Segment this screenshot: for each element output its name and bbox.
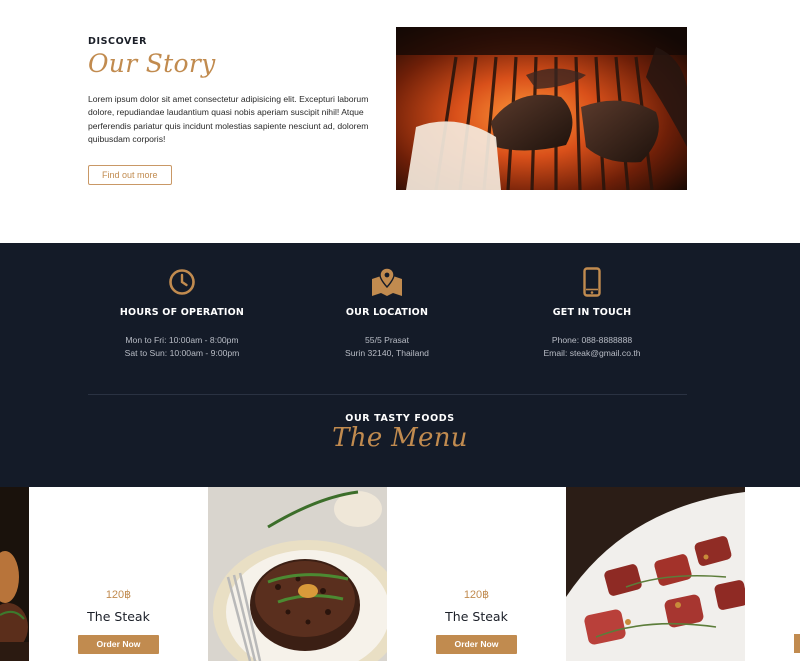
location-city: Surin 32140, Thailand: [345, 348, 429, 358]
menu-title: The Menu: [332, 423, 468, 453]
phone-icon: [492, 267, 692, 297]
story-text-block: DISCOVER Our Story Lorem ipsum dolor sit…: [88, 36, 378, 185]
story-eyebrow: DISCOVER: [88, 36, 148, 47]
grill-illustration: [396, 27, 687, 190]
menu-item-price: 120฿: [105, 589, 132, 601]
menu-item-name: The Steak: [87, 609, 150, 624]
section-divider: [88, 394, 687, 395]
sliced-beef-photo: [566, 487, 745, 661]
map-icon: [287, 267, 487, 297]
hours-weekday: Mon to Fri: 10:00am - 8:00pm: [125, 335, 239, 345]
contact-column: GET IN TOUCH Phone: 088-8888888 Email: s…: [492, 267, 692, 360]
story-body: Lorem ipsum dolor sit amet consectetur a…: [88, 94, 369, 145]
menu-item-price: 120฿: [463, 589, 490, 601]
order-now-button[interactable]: Order Now: [78, 635, 159, 654]
hours-weekend: Sat to Sun: 10:00am - 9:00pm: [124, 348, 240, 358]
location-column: OUR LOCATION 55/5 Prasat Surin 32140, Th…: [287, 267, 487, 360]
contact-phone[interactable]: Phone: 088-8888888: [492, 334, 692, 347]
steak-plate-photo: [208, 487, 387, 661]
menu-item-name: The Steak: [445, 609, 508, 624]
our-story-section: DISCOVER Our Story Lorem ipsum dolor sit…: [0, 0, 800, 243]
info-section: HOURS OF OPERATION Mon to Fri: 10:00am -…: [0, 243, 800, 487]
story-title: Our Story: [88, 49, 216, 78]
next-card-button-partial[interactable]: [794, 634, 800, 653]
order-now-button[interactable]: Order Now: [436, 635, 517, 654]
contact-email[interactable]: Email: steak@gmail.co.th: [492, 347, 692, 360]
menu-heading: OUR TASTY FOODS The Menu: [0, 413, 800, 453]
hours-column: HOURS OF OPERATION Mon to Fri: 10:00am -…: [82, 267, 282, 360]
find-out-more-button[interactable]: Find out more: [88, 164, 172, 185]
hours-title: HOURS OF OPERATION: [119, 307, 245, 318]
menu-item-card: 120฿ The Steak Order Now: [387, 487, 566, 661]
menu-carousel[interactable]: 120฿ The Steak Order Now 120฿ The Steak …: [0, 487, 800, 661]
dish-photo-partial-left: [0, 487, 29, 661]
contact-title: GET IN TOUCH: [552, 307, 632, 318]
grill-photo: [396, 27, 687, 190]
location-street: 55/5 Prasat: [365, 335, 409, 345]
menu-item-card: 120฿ The Steak Order Now: [29, 487, 208, 661]
clock-icon: [82, 267, 282, 297]
location-title: OUR LOCATION: [345, 307, 429, 318]
